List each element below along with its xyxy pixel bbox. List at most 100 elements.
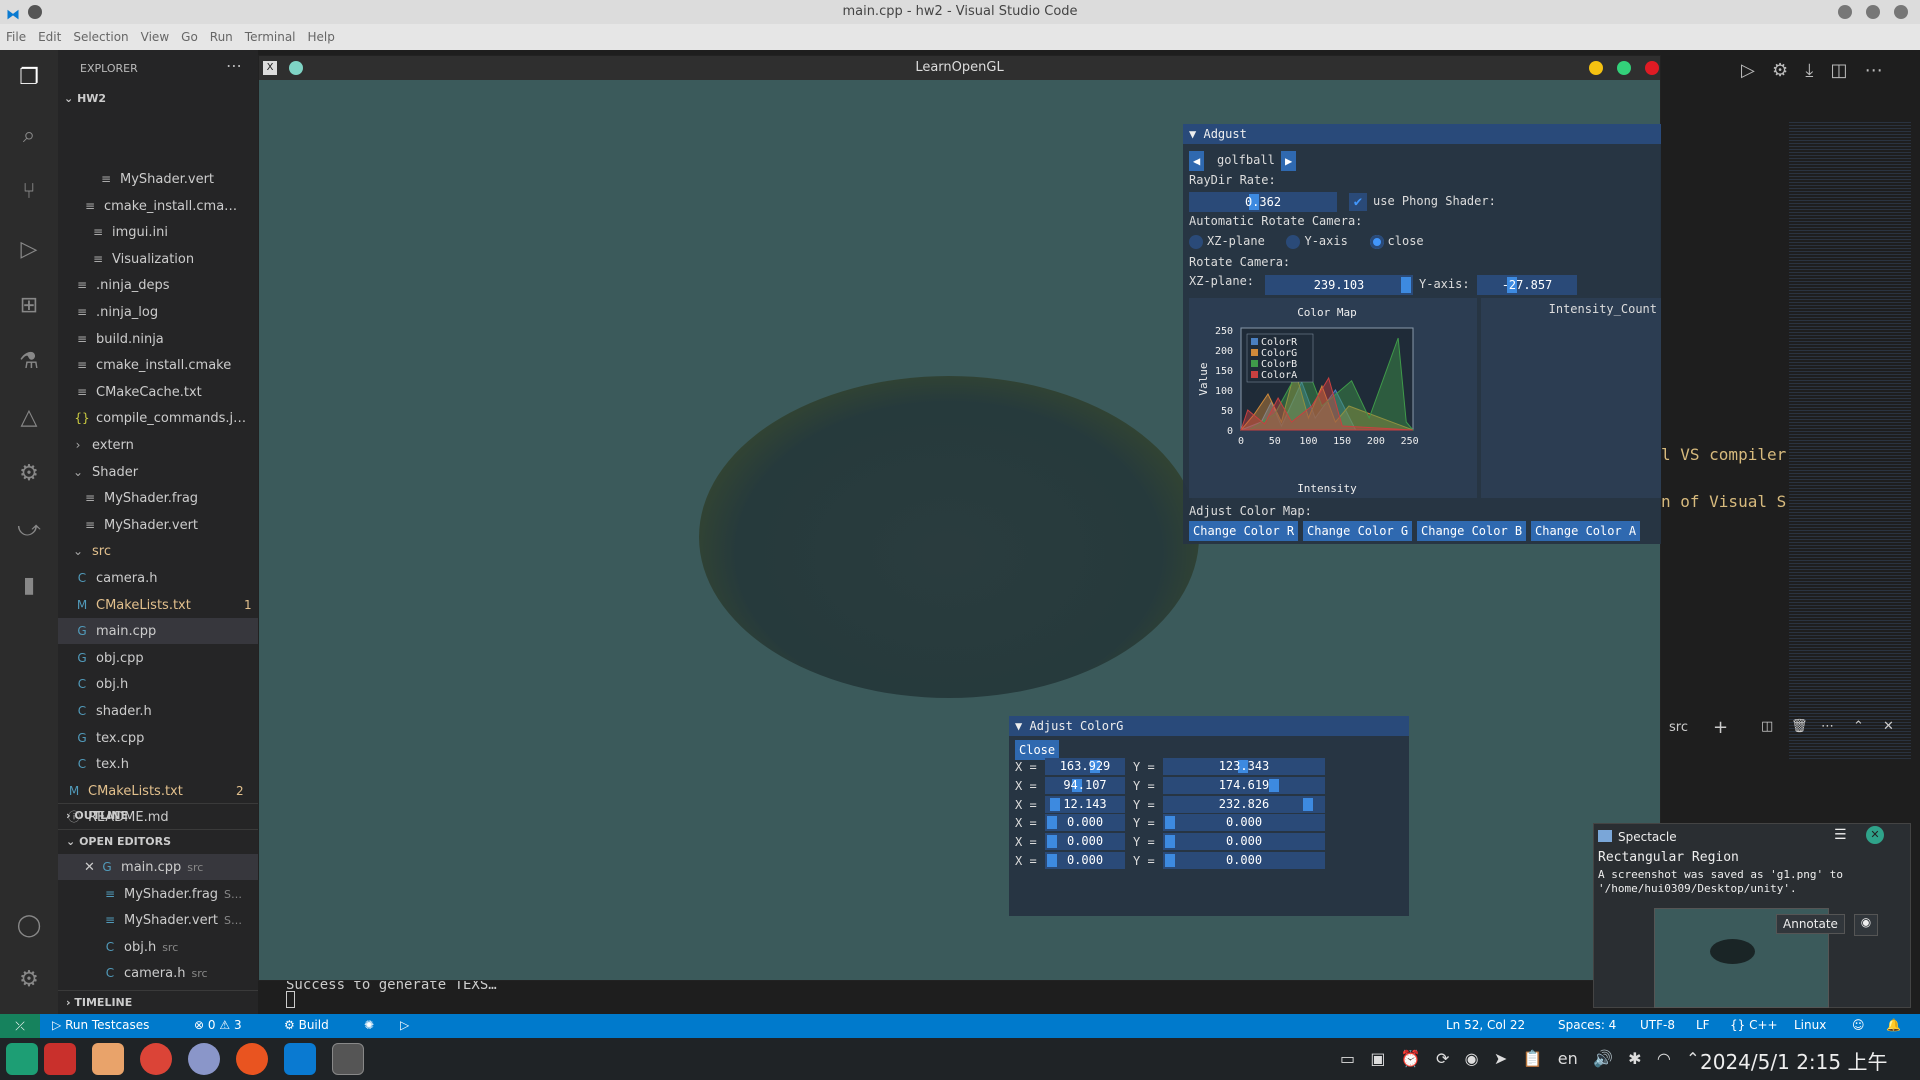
chevron-up-icon[interactable]: ⌃ — [1853, 719, 1864, 734]
y-slider[interactable]: 232.826 — [1163, 795, 1325, 813]
spectacle-notification[interactable]: Spectacle ☰ ✕ Rectangular Region A scree… — [1593, 823, 1911, 1008]
show-desktop-icon[interactable]: ▭ — [1340, 1049, 1355, 1068]
tree-item[interactable]: ⌄ src — [70, 538, 111, 564]
app-launcher-icon[interactable] — [6, 1043, 38, 1075]
split-terminal-icon[interactable]: ◫ — [1761, 719, 1773, 734]
slider-grab[interactable] — [1302, 797, 1313, 811]
encoding[interactable]: UTF-8 — [1640, 1018, 1675, 1032]
files-icon[interactable] — [92, 1043, 124, 1075]
feedback-icon[interactable]: ☺ — [1852, 1018, 1865, 1032]
telegram-icon[interactable]: ➤ — [1494, 1049, 1507, 1068]
line-ending[interactable]: LF — [1696, 1018, 1710, 1032]
menu-edit[interactable]: Edit — [38, 30, 61, 44]
wifi-icon[interactable]: ◠ — [1657, 1049, 1671, 1068]
x-slider[interactable]: 163.929 — [1045, 758, 1125, 775]
tree-item[interactable]: {} compile_commands.j… — [74, 405, 246, 431]
save-icon[interactable]: ⤓ — [1805, 60, 1813, 81]
build-item[interactable]: ⚙ Build — [284, 1018, 329, 1032]
adjust-panel[interactable]: ▼ Adgust ◀ golfball ▶ RayDir Rate: 0.362… — [1183, 124, 1661, 544]
radio-xz-plane[interactable]: XZ-plane — [1189, 234, 1265, 249]
tree-item[interactable]: ≡ MyShader.vert — [98, 166, 214, 192]
slider-grab[interactable] — [1047, 835, 1057, 849]
trash-icon[interactable]: 🗑 — [1791, 719, 1808, 734]
tree-item[interactable]: Gmain.cpp — [58, 618, 258, 645]
maximize-button[interactable] — [1617, 61, 1631, 75]
split-icon[interactable]: ◫ — [1830, 60, 1847, 81]
source-control-icon[interactable]: ⑂ — [14, 176, 44, 206]
tree-item[interactable]: ≡ CMakeCache.txt — [74, 379, 202, 405]
open-editor-item[interactable]: Ccamera.h src — [58, 960, 258, 986]
collapse-arrow-icon[interactable]: ▼ — [1015, 719, 1022, 733]
open-editor-item[interactable]: ≡ MyShader.vert S… — [58, 907, 258, 933]
workspace-root[interactable]: ⌄ HW2 — [64, 92, 106, 105]
menu-run[interactable]: Run — [210, 30, 233, 44]
tree-item[interactable]: ≡ imgui.ini — [90, 219, 168, 245]
clipboard-icon[interactable]: 📋 — [1523, 1049, 1543, 1068]
y-slider[interactable]: 0.000 — [1163, 814, 1325, 832]
volume-icon[interactable]: 🔊 — [1593, 1049, 1613, 1068]
xz-plane-slider[interactable]: 239.103 — [1265, 275, 1413, 295]
platform[interactable]: Linux — [1794, 1018, 1826, 1032]
more-actions-icon[interactable]: ⋯ — [226, 56, 242, 75]
change-color-r-button[interactable]: Change Color R — [1189, 521, 1299, 541]
menu-go[interactable]: Go — [181, 30, 198, 44]
x-slider[interactable]: 0.000 — [1045, 852, 1125, 869]
pin-icon[interactable] — [28, 5, 42, 19]
account-icon[interactable]: ◯ — [14, 910, 44, 940]
testing-icon[interactable]: ⚗ — [14, 346, 44, 376]
pin-icon[interactable] — [289, 61, 303, 75]
tree-item[interactable]: ⌄ Shader — [70, 459, 138, 485]
open-editor-item[interactable]: ✕ Gmain.cpp src — [58, 854, 258, 880]
opengl-window[interactable]: X LearnOpenGL ▼ Adgust ◀ golfball ▶ RayD… — [258, 55, 1661, 981]
run-icon[interactable]: ▷ — [1741, 60, 1755, 81]
run-testcases-item[interactable]: ▷ Run Testcases — [52, 1018, 149, 1032]
y-slider[interactable]: 123.343 — [1163, 758, 1325, 775]
tree-item[interactable]: ≡ build.ninja — [74, 326, 164, 352]
sync-icon[interactable]: ◉ — [1465, 1049, 1479, 1068]
run-debug-icon[interactable]: ▷ — [14, 234, 44, 264]
extensions-icon[interactable]: ⊞ — [14, 290, 44, 320]
remote-status-icon[interactable]: ⤫ — [0, 1014, 40, 1038]
vscode-icon[interactable] — [284, 1043, 316, 1075]
chrome-icon[interactable] — [140, 1043, 172, 1075]
maximize-button[interactable] — [1866, 5, 1880, 19]
x11-icon[interactable] — [332, 1043, 364, 1075]
tree-item[interactable]: ≡ .ninja_deps — [74, 272, 170, 298]
terminal-name[interactable]: src — [1669, 720, 1688, 735]
input-language[interactable]: en — [1558, 1049, 1578, 1068]
radio-close[interactable]: close — [1369, 234, 1424, 249]
slider-grab[interactable] — [1165, 816, 1175, 830]
x-slider[interactable]: 0.000 — [1045, 833, 1125, 851]
minimize-button[interactable] — [1589, 61, 1603, 75]
annotate-button[interactable]: Annotate — [1776, 914, 1845, 934]
prev-model-button[interactable]: ◀ — [1189, 151, 1205, 171]
menu-selection[interactable]: Selection — [73, 30, 128, 44]
tree-item[interactable]: Ccamera.h — [74, 565, 158, 591]
tree-item[interactable]: ≡ Visualization — [90, 246, 194, 272]
terminal-tray-icon[interactable]: ▣ — [1370, 1049, 1385, 1068]
ubuntu-icon[interactable] — [236, 1043, 268, 1075]
close-colorg-button[interactable]: Close — [1015, 740, 1060, 760]
alarm-icon[interactable]: ⏰ — [1401, 1049, 1421, 1068]
collapse-arrow-icon[interactable]: ▼ — [1189, 127, 1196, 141]
raydir-slider[interactable]: 0.362 — [1189, 192, 1337, 212]
language-mode[interactable]: {} C++ — [1730, 1018, 1778, 1032]
change-color-a-button[interactable]: Change Color A — [1531, 521, 1641, 541]
close-button[interactable] — [1645, 61, 1659, 75]
slider-grab[interactable] — [1050, 797, 1061, 811]
more-icon[interactable]: ⋯ — [1865, 60, 1883, 81]
more-icon[interactable]: ⋯ — [1821, 719, 1834, 734]
tree-item[interactable]: ≡ .ninja_log — [74, 299, 158, 325]
indentation[interactable]: Spaces: 4 — [1558, 1018, 1616, 1032]
slider-grab[interactable] — [1047, 854, 1057, 867]
tree-item[interactable]: ≡ cmake_install.cma… — [82, 193, 237, 219]
close-button[interactable] — [1894, 5, 1908, 19]
close-icon[interactable]: ✕ — [1866, 826, 1884, 844]
menu-view[interactable]: View — [141, 30, 169, 44]
change-color-g-button[interactable]: Change Color G — [1303, 521, 1413, 541]
launch-icon[interactable]: ▷ — [400, 1018, 409, 1032]
adjust-colorg-panel[interactable]: ▼ Adjust ColorG Close X = 163.929 Y = 123.3… — [1009, 716, 1409, 916]
menu-help[interactable]: Help — [308, 30, 335, 44]
slider-grab[interactable] — [1401, 277, 1411, 293]
tree-item[interactable]: Cobj.h — [74, 671, 128, 697]
